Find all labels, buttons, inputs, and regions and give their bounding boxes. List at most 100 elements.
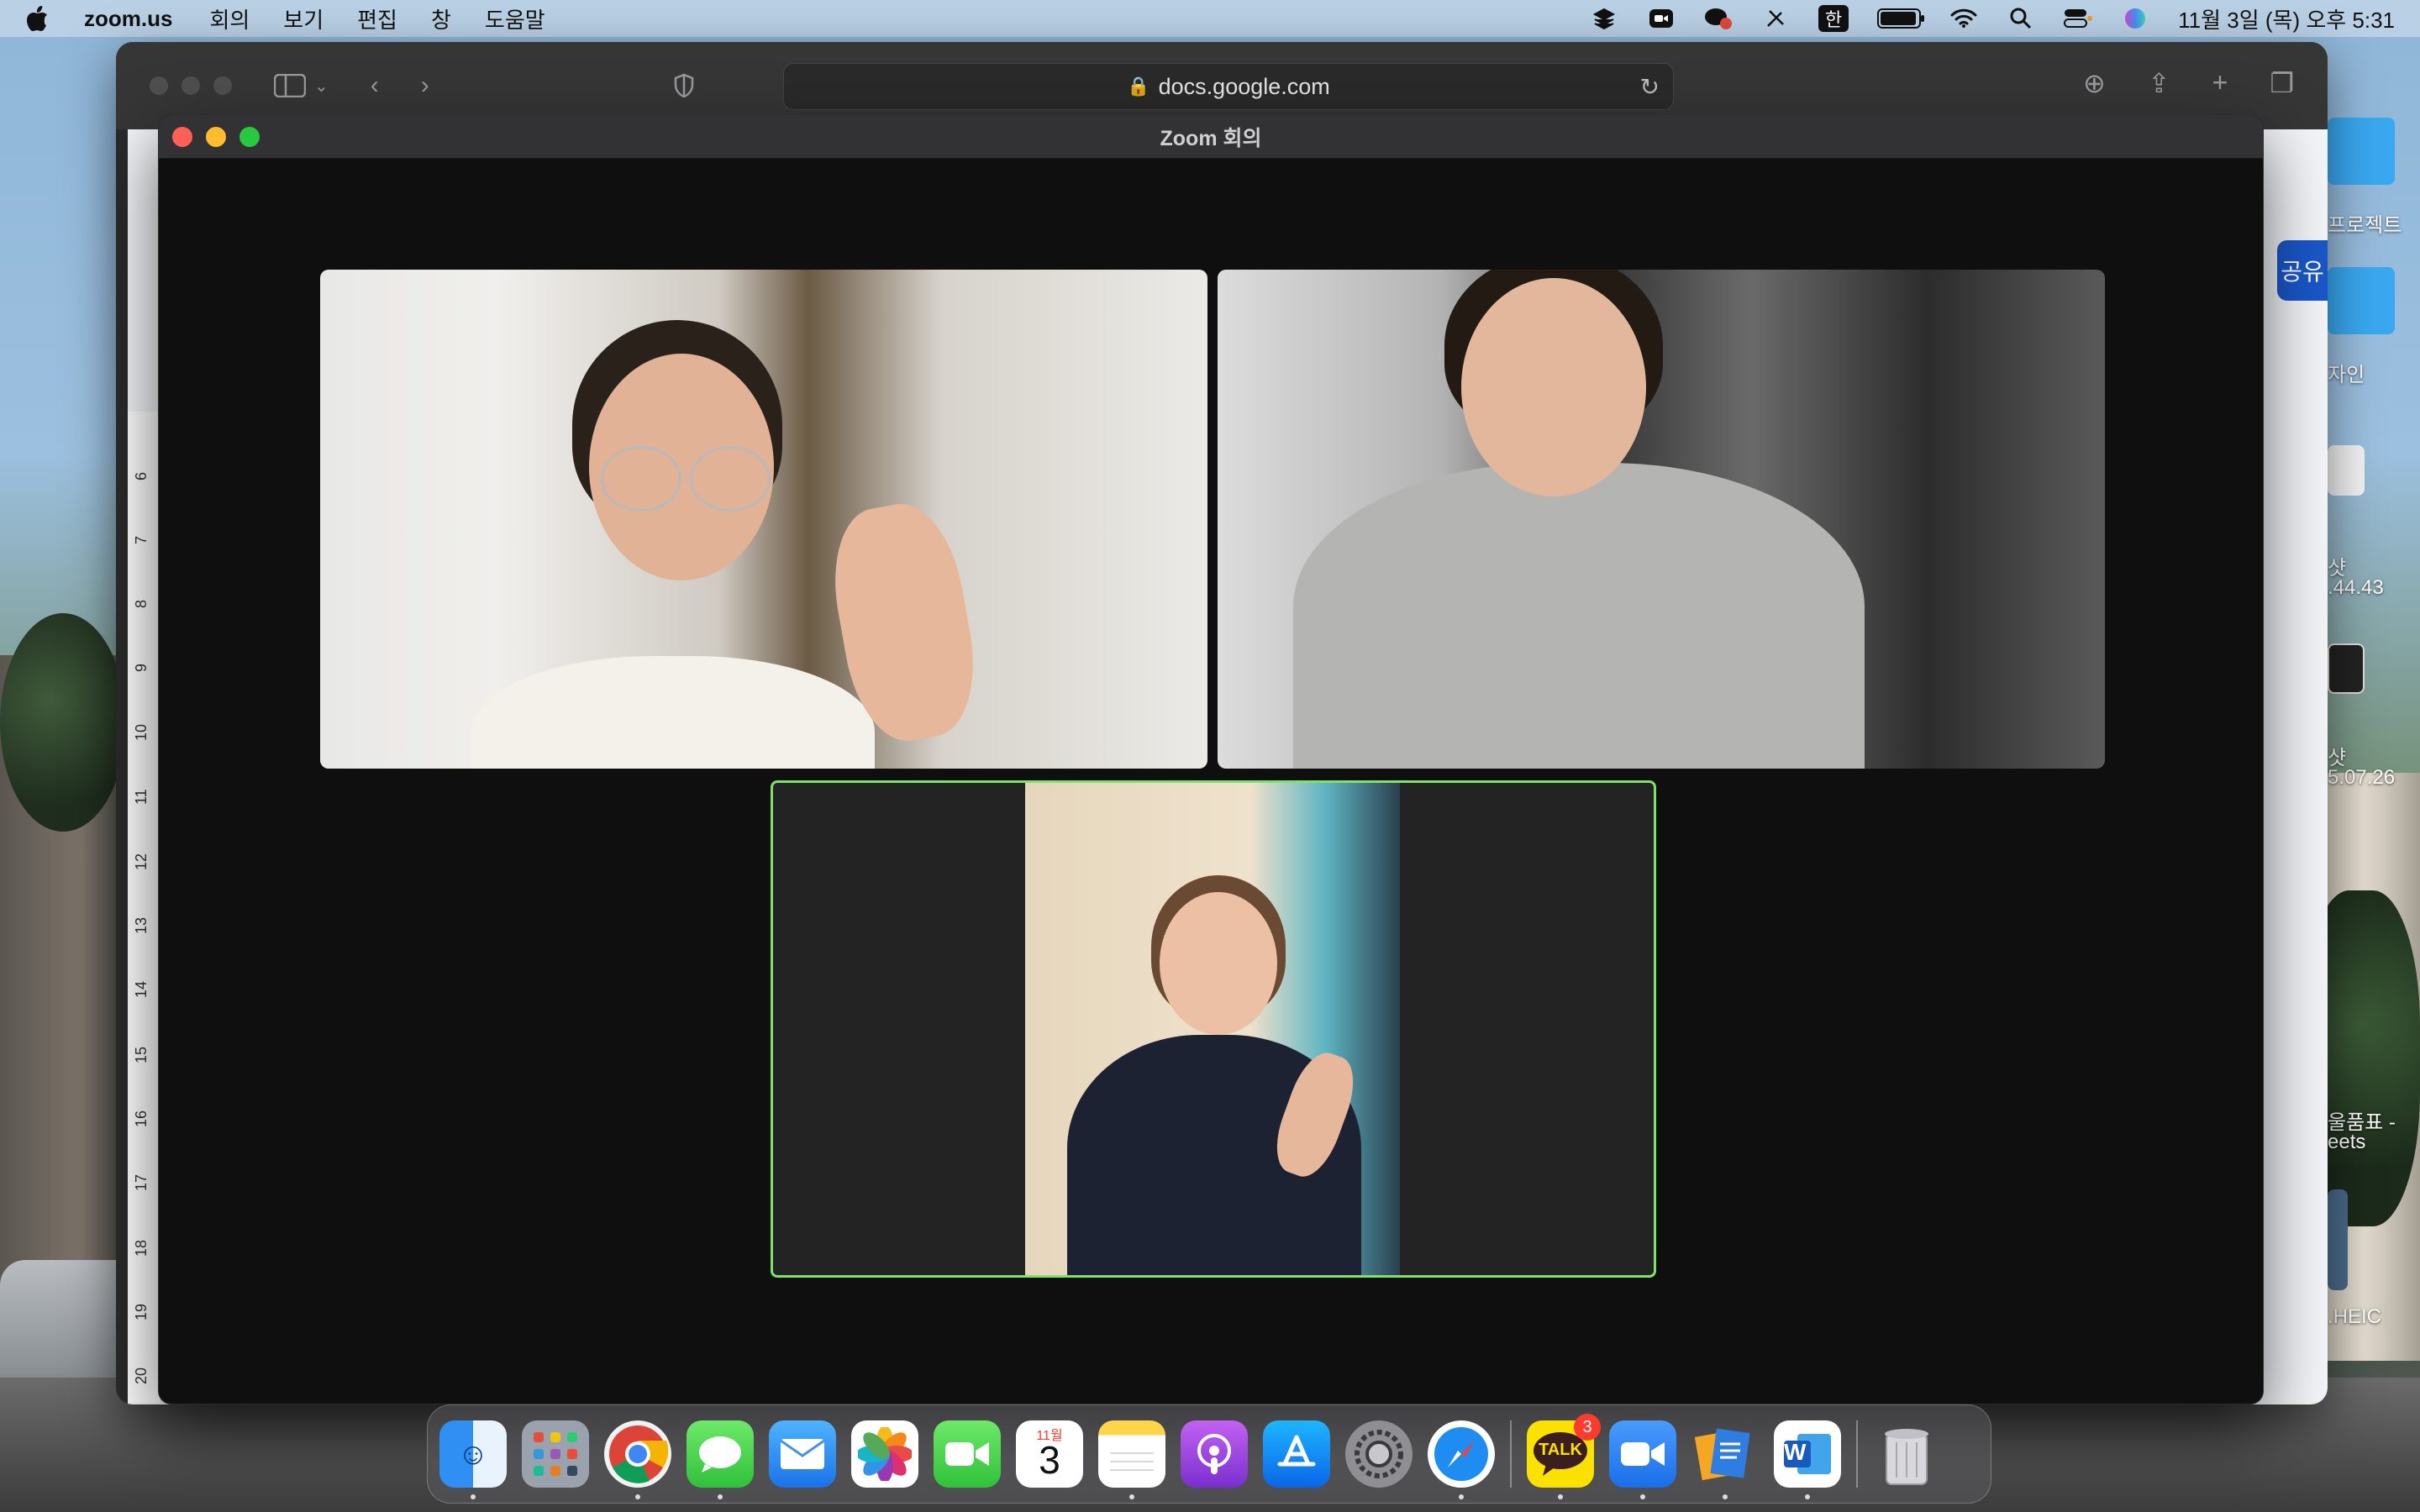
ruler-tick: 19: [133, 1303, 150, 1320]
desktop-file-label[interactable]: 5.07.26: [2328, 766, 2395, 790]
ruler-tick: 6: [133, 471, 150, 480]
menu-window[interactable]: 창: [431, 3, 451, 34]
back-icon[interactable]: ‹: [371, 71, 379, 100]
desktop-file-label[interactable]: 자인: [2328, 358, 2365, 387]
app-menu-name[interactable]: zoom.us: [84, 6, 172, 32]
kakaotalk-icon[interactable]: TALK 3: [1527, 1414, 1601, 1499]
word-icon[interactable]: W: [1774, 1420, 1841, 1499]
close-button[interactable]: [150, 76, 168, 95]
forward-icon[interactable]: ›: [421, 71, 429, 100]
lock-icon: 🔒: [1127, 76, 1150, 97]
control-center-icon[interactable]: [2064, 6, 2093, 31]
ruler-tick: 9: [133, 663, 150, 672]
word-label: W: [1784, 1439, 1807, 1465]
wallpaper-tree-left: [0, 613, 126, 832]
file-thumbnail-icon[interactable]: [2328, 445, 2365, 496]
app-store-icon[interactable]: [1263, 1420, 1330, 1488]
sidebar-toggle-icon[interactable]: [274, 74, 306, 97]
address-bar-url: docs.google.com: [1158, 73, 1330, 99]
folder-icon[interactable]: [2328, 267, 2395, 334]
desktop-file-label[interactable]: .44.43: [2328, 576, 2384, 600]
podcasts-icon[interactable]: [1181, 1420, 1248, 1488]
zoom-button[interactable]: [213, 76, 232, 95]
notification-badge: 3: [1574, 1414, 1601, 1441]
menu-view[interactable]: 보기: [283, 3, 324, 34]
active-speaker-video-tile[interactable]: [771, 780, 1656, 1278]
trash-icon[interactable]: [1873, 1420, 1940, 1488]
photos-icon[interactable]: [851, 1420, 918, 1488]
kakaotalk-label: TALK: [1539, 1441, 1582, 1459]
desktop-file-label[interactable]: 프로젝트: [2328, 208, 2402, 238]
zoom-video-icon[interactable]: [1647, 6, 1676, 31]
desktop-file-label[interactable]: eets: [2328, 1131, 2365, 1154]
participant-video-tile[interactable]: [320, 270, 1207, 769]
minimize-button[interactable]: [182, 76, 200, 95]
pages-icon[interactable]: [1691, 1420, 1759, 1499]
chevron-down-icon[interactable]: ⌄: [314, 76, 329, 97]
ruler-tick: 13: [133, 916, 150, 934]
file-thumbnail-icon[interactable]: [2328, 1189, 2348, 1290]
menu-meeting[interactable]: 회의: [209, 3, 250, 34]
dock: ☺ 11월 3 TALK 3 W: [427, 1404, 1991, 1504]
ruler-tick: 20: [133, 1367, 150, 1384]
privacy-shield-icon[interactable]: [673, 73, 695, 98]
zoom-meeting-window: Zoom 회의: [158, 114, 2264, 1404]
safari-window-controls: [150, 76, 232, 95]
dock-separator: [1510, 1420, 1512, 1488]
ruler-tick: 12: [133, 853, 150, 870]
address-bar[interactable]: 🔒 docs.google.com ↻: [783, 63, 1674, 110]
menu-bar: zoom.us 회의 보기 편집 창 도움말 한 11월 3일 (목) 오후 5…: [0, 0, 2420, 37]
desktop-file-label[interactable]: .HEIC: [2328, 1305, 2381, 1329]
input-source-indicator[interactable]: 한: [1818, 5, 1849, 32]
menubar-clock[interactable]: 11월 3일 (목) 오후 5:31: [2178, 3, 2395, 34]
ruler-tick: 7: [133, 535, 150, 544]
fullscreen-button[interactable]: [239, 126, 260, 147]
dock-separator: [1856, 1420, 1858, 1488]
facetime-icon[interactable]: [934, 1420, 1001, 1488]
file-thumbnail-icon[interactable]: [2328, 643, 2365, 694]
ruler-tick: 18: [133, 1239, 150, 1257]
ruler-tick: 15: [133, 1046, 150, 1063]
ruler-tick: 10: [133, 723, 150, 741]
stack-icon[interactable]: [1590, 6, 1618, 31]
share-button[interactable]: 공유: [2277, 240, 2328, 301]
siri-icon[interactable]: [2121, 6, 2149, 31]
tab-overview-icon[interactable]: ❐: [2270, 67, 2294, 99]
calendar-icon[interactable]: 11월 3: [1016, 1420, 1083, 1488]
zoom-icon[interactable]: [1609, 1420, 1676, 1499]
new-tab-icon[interactable]: +: [2212, 67, 2228, 99]
ruler-tick: 8: [133, 599, 150, 608]
safari-icon[interactable]: [1428, 1420, 1495, 1499]
settings-icon[interactable]: [1345, 1420, 1413, 1488]
battery-icon[interactable]: [1877, 8, 1925, 29]
safari-right-toolbar: ⊕ ⇪ + ❐: [2083, 67, 2294, 99]
wifi-icon[interactable]: [1949, 6, 1978, 31]
folder-icon[interactable]: [2328, 118, 2395, 185]
calendar-day: 3: [1039, 1438, 1060, 1482]
zoom-title-bar[interactable]: Zoom 회의: [159, 115, 2263, 159]
mail-icon[interactable]: [769, 1420, 836, 1488]
launchpad-icon[interactable]: [522, 1420, 589, 1488]
chrome-icon[interactable]: [604, 1420, 671, 1499]
ruler-tick: 14: [133, 980, 150, 998]
minimize-button[interactable]: [206, 126, 226, 147]
notes-icon[interactable]: [1098, 1420, 1165, 1499]
reload-icon[interactable]: ↻: [1640, 73, 1660, 101]
download-icon[interactable]: ⊕: [2083, 67, 2106, 99]
participant-video: [1025, 783, 1400, 1275]
menu-edit[interactable]: 편집: [357, 3, 397, 34]
share-icon[interactable]: ⇪: [2148, 67, 2170, 99]
vertical-ruler: 6 7 8 9 10 11 12 13 14 15 16 17 18 19 20: [128, 412, 161, 1403]
pencil-off-icon[interactable]: [1761, 6, 1790, 31]
zoom-window-title: Zoom 회의: [1160, 126, 1262, 150]
ruler-tick: 16: [133, 1110, 150, 1127]
finder-icon[interactable]: ☺: [439, 1420, 507, 1499]
zoom-window-controls: [172, 126, 260, 147]
menu-help[interactable]: 도움말: [485, 3, 545, 34]
search-icon[interactable]: [2007, 6, 2035, 31]
chat-bubble-icon[interactable]: [1704, 6, 1733, 31]
close-button[interactable]: [172, 126, 192, 147]
messages-icon[interactable]: [687, 1420, 754, 1499]
apple-icon[interactable]: [25, 4, 50, 33]
participant-video-tile[interactable]: [1218, 270, 2105, 769]
